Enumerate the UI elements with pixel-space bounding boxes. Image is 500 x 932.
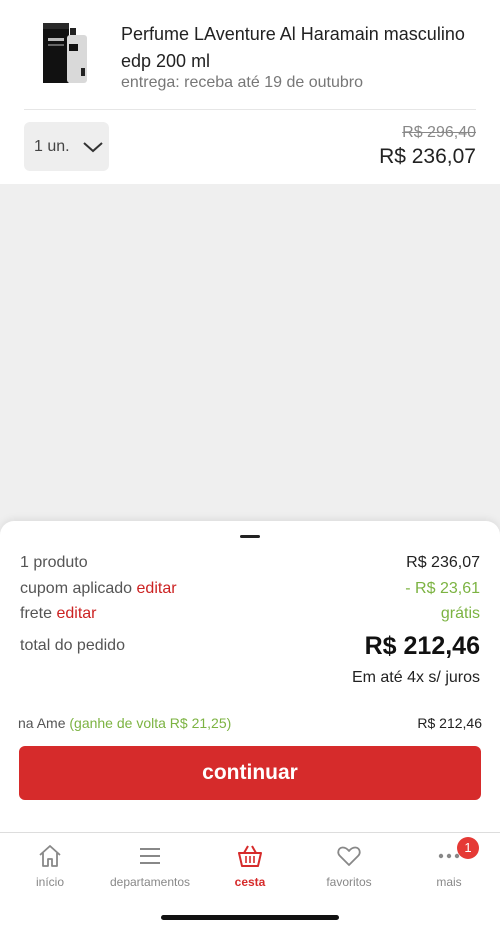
products-subtotal: R$ 236,07 [406, 554, 480, 571]
quantity-selector[interactable]: 1 un. [24, 122, 109, 171]
old-price: R$ 296,40 [402, 124, 476, 141]
ame-value: R$ 212,46 [417, 715, 482, 731]
ame-row: na Ame (ganhe de volta R$ 21,25) [18, 715, 231, 731]
shipping-label: frete [20, 605, 53, 622]
home-icon [39, 845, 61, 867]
tab-label: cesta [234, 875, 266, 889]
tab-departamentos[interactable]: departamentos [100, 843, 200, 893]
tab-label: mais [436, 875, 462, 889]
tab-label: favoritos [326, 875, 372, 889]
continue-button[interactable]: continuar [19, 746, 481, 800]
shipping-row: frete editar [20, 605, 97, 623]
tab-label: início [35, 875, 64, 889]
divider [24, 109, 476, 110]
menu-icon [140, 848, 160, 864]
total-label: total do pedido [20, 637, 125, 654]
ame-label: na Ame [18, 715, 66, 731]
chevron-down-icon [82, 141, 103, 152]
sheet-handle[interactable] [240, 535, 260, 538]
tab-inicio[interactable]: início [0, 843, 100, 893]
coupon-discount: - R$ 23,61 [405, 580, 480, 597]
quantity-value: 1 un. [34, 137, 70, 155]
total-value: R$ 212,46 [364, 632, 480, 660]
home-indicator [161, 915, 339, 920]
coupon-label: cupom aplicado [20, 580, 133, 597]
tab-label: departamentos [109, 875, 191, 889]
delivery-info: entrega: receba até 19 de outubro [121, 74, 363, 91]
notification-badge: 1 [457, 837, 479, 859]
cart-item: Perfume LAventure Al Haramain masculino … [0, 0, 500, 184]
edit-coupon-link[interactable]: editar [137, 580, 177, 597]
tab-favoritos[interactable]: favoritos [299, 843, 399, 893]
installments-info: Em até 4x s/ juros [351, 669, 480, 686]
edit-shipping-link[interactable]: editar [56, 605, 96, 622]
tab-cesta[interactable]: cesta [200, 843, 300, 893]
products-count-label: 1 produto [20, 554, 88, 571]
product-image[interactable] [40, 20, 92, 86]
product-price: R$ 236,07 [379, 145, 476, 168]
basket-icon [238, 845, 262, 867]
order-summary-sheet: 1 produto R$ 236,07 cupom aplicado edita… [0, 521, 500, 833]
heart-icon [337, 846, 361, 866]
product-title[interactable]: Perfume LAventure Al Haramain masculino … [121, 21, 481, 75]
coupon-row: cupom aplicado editar [20, 580, 177, 598]
ame-cashback: (ganhe de volta R$ 21,25) [69, 715, 232, 731]
shipping-value: grátis [440, 605, 480, 622]
tab-mais[interactable]: 1 mais [399, 837, 499, 893]
